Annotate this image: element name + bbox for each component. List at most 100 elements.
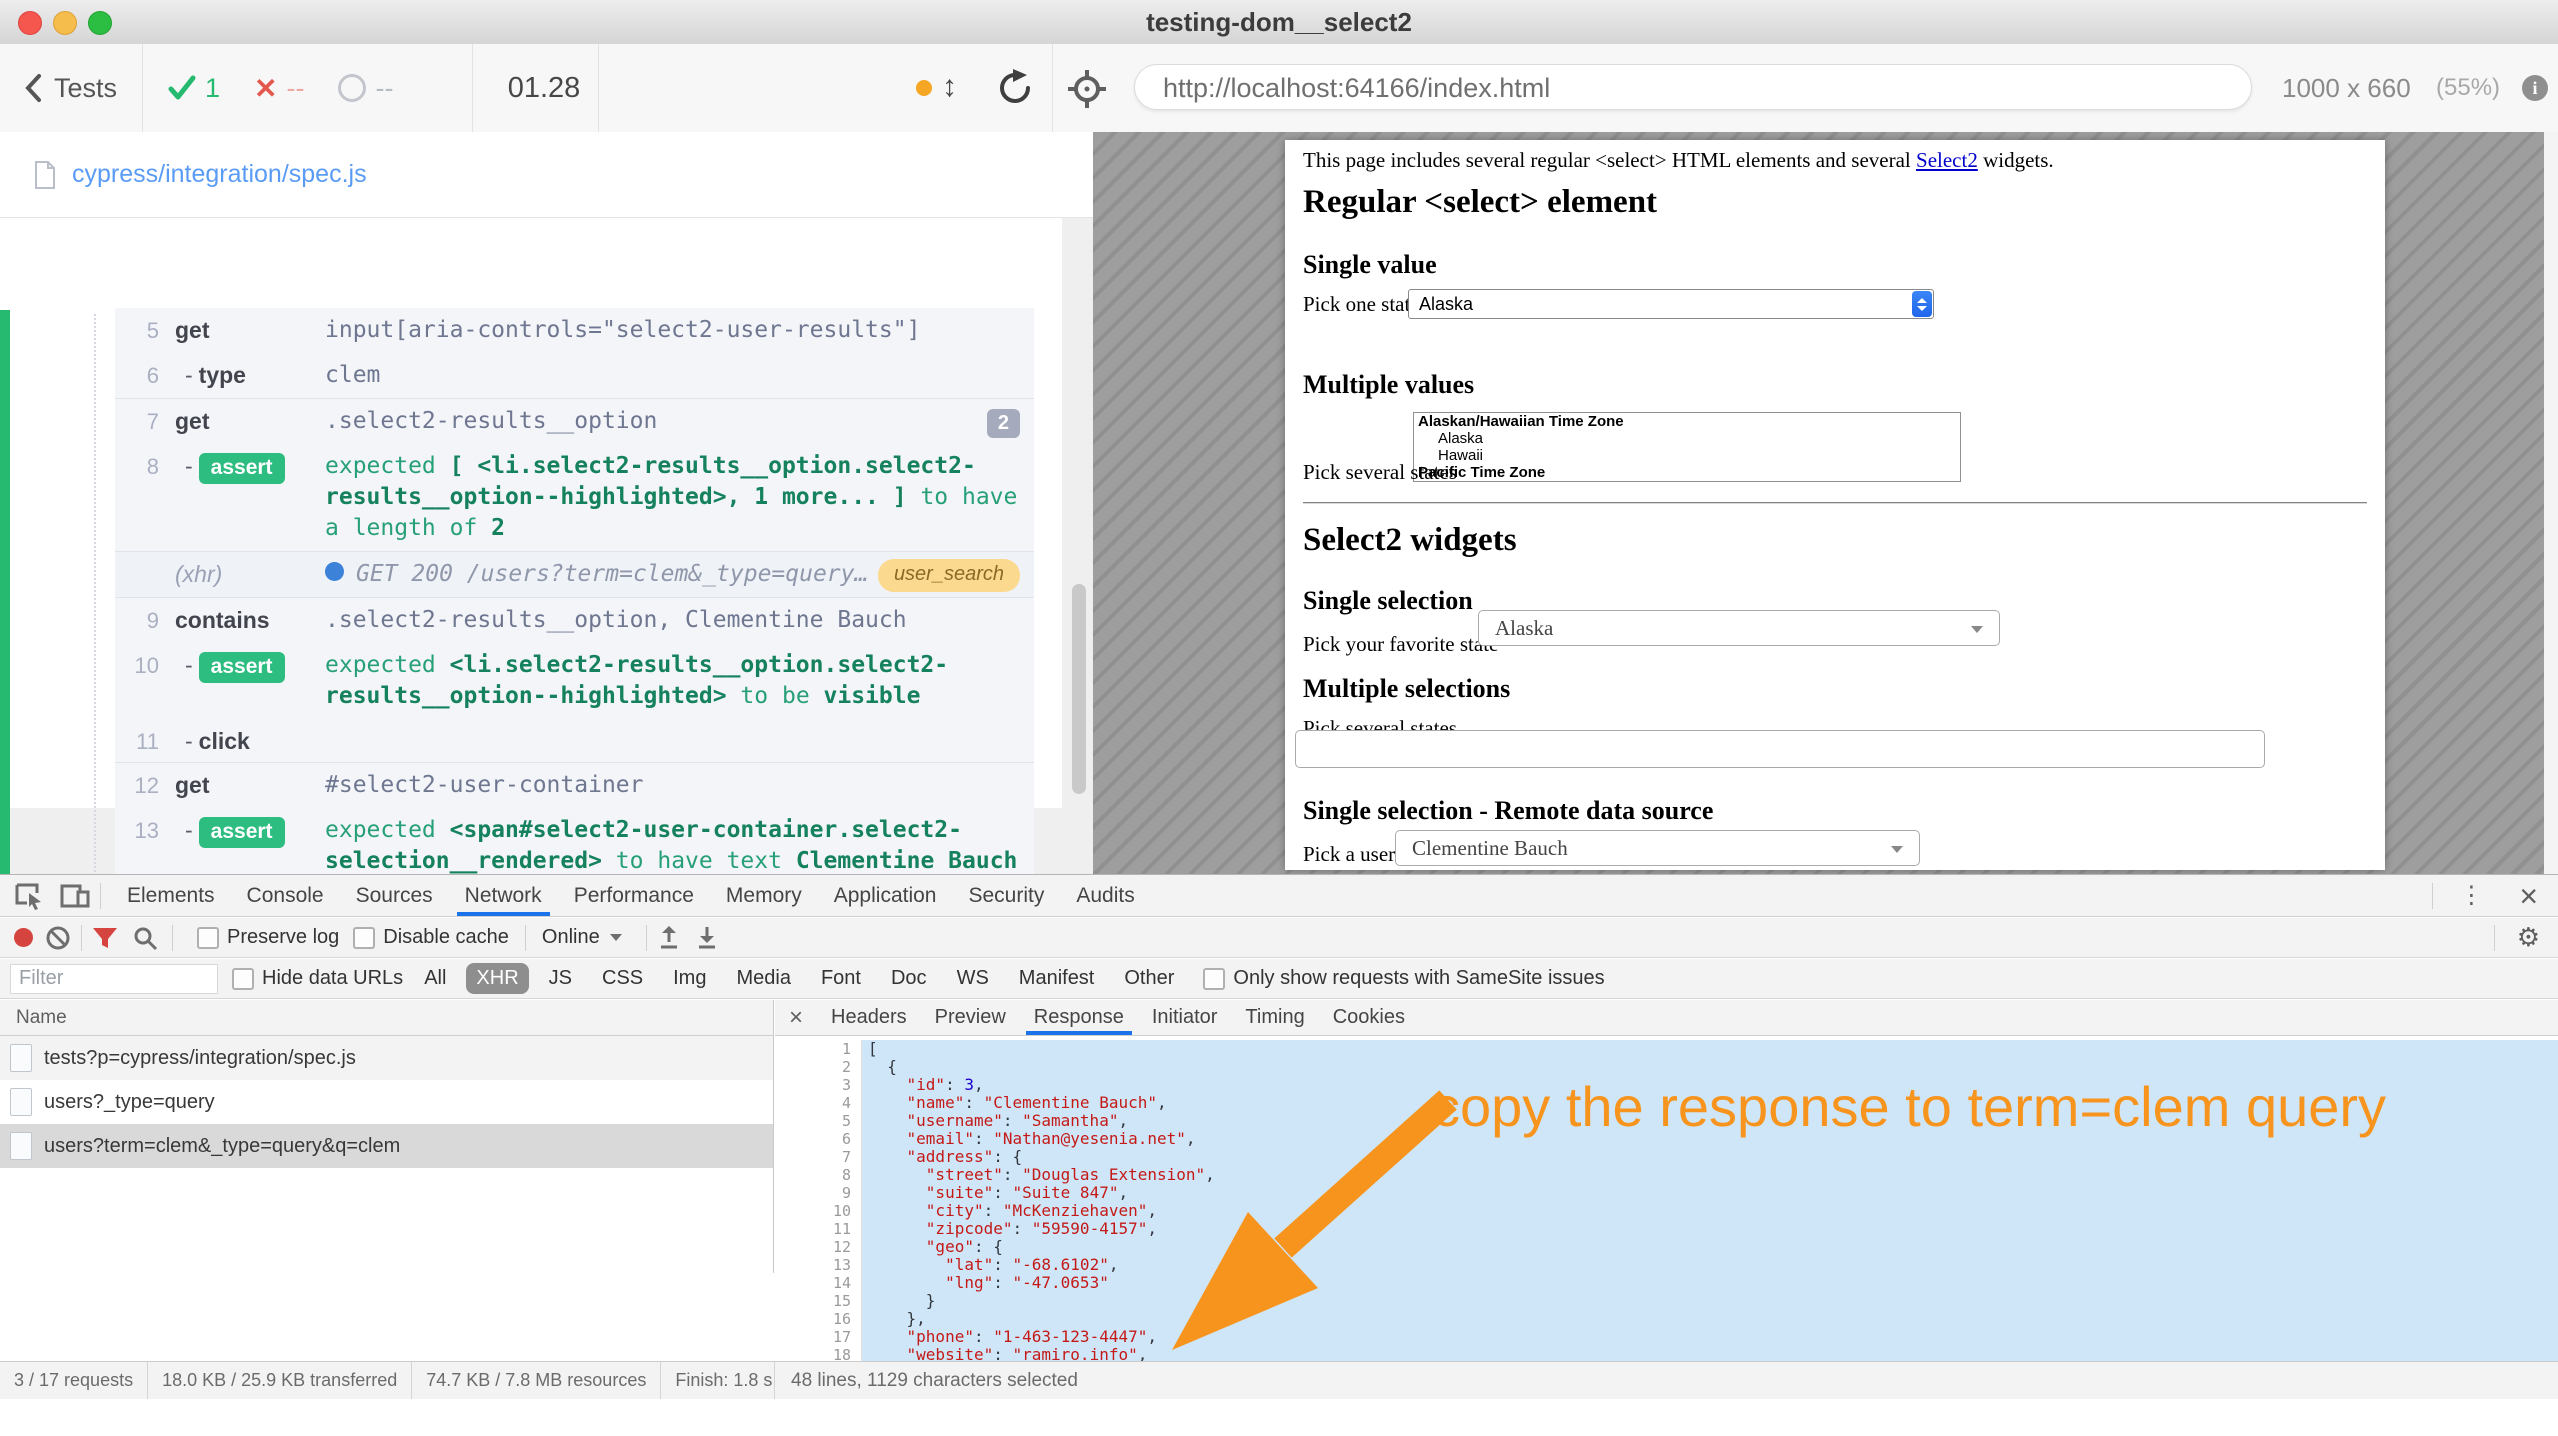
request-row[interactable]: users?term=clem&_type=query&q=clem xyxy=(0,1124,773,1168)
devtools-menu-icon[interactable]: ⋮ xyxy=(2443,881,2499,910)
disable-cache-checkbox[interactable] xyxy=(353,927,375,949)
state-native-select[interactable]: Alaska xyxy=(1408,289,1934,319)
command-number: 7 xyxy=(115,406,175,437)
spec-path-link[interactable]: cypress/integration/spec.js xyxy=(72,160,367,189)
throttling-select[interactable]: Online xyxy=(542,926,600,949)
devtools-tab-performance[interactable]: Performance xyxy=(558,875,710,916)
command-row[interactable]: 7get.select2-results__option2 xyxy=(115,398,1034,444)
command-row[interactable]: 12get#select2-user-container xyxy=(115,762,1034,808)
devtools-tab-security[interactable]: Security xyxy=(952,875,1060,916)
response-tab-timing[interactable]: Timing xyxy=(1231,1000,1318,1035)
export-har-icon[interactable] xyxy=(695,925,719,951)
request-row[interactable]: tests?p=cypress/integration/spec.js xyxy=(0,1036,773,1080)
pending-count[interactable]: -- xyxy=(338,73,393,104)
back-to-tests-button[interactable]: Tests xyxy=(24,44,117,132)
refresh-icon[interactable] xyxy=(996,68,1034,113)
aut-url-bar[interactable]: http://localhost:64166/index.html xyxy=(1134,64,2252,110)
response-tab-initiator[interactable]: Initiator xyxy=(1138,1000,1232,1035)
listbox-option[interactable]: Hawaii xyxy=(1414,447,1960,464)
response-line: 7 "address": { xyxy=(775,1148,2558,1166)
network-filter-js[interactable]: JS xyxy=(539,963,582,994)
devtools-tab-memory[interactable]: Memory xyxy=(710,875,818,916)
passed-count[interactable]: 1 xyxy=(168,73,220,104)
viewport-zoom: (55%) xyxy=(2436,44,2500,132)
command-row[interactable]: 11-click xyxy=(115,719,1034,762)
devtools-tab-audits[interactable]: Audits xyxy=(1060,875,1150,916)
listbox-group[interactable]: Alaskan/Hawaiian Time Zone xyxy=(1414,413,1960,430)
viewport-info-icon[interactable]: i xyxy=(2522,75,2548,101)
devtools-close-icon[interactable]: × xyxy=(2499,877,2558,915)
devtools-tab-elements[interactable]: Elements xyxy=(111,875,231,916)
preserve-log-checkbox[interactable] xyxy=(197,927,219,949)
response-tab-preview[interactable]: Preview xyxy=(921,1000,1020,1035)
clear-icon[interactable] xyxy=(45,925,71,951)
network-filter-doc[interactable]: Doc xyxy=(881,963,937,994)
reporter-scrollbar-thumb[interactable] xyxy=(1072,584,1086,794)
search-icon[interactable] xyxy=(132,925,158,951)
command-number: 9 xyxy=(115,605,175,636)
devtools-tab-sources[interactable]: Sources xyxy=(340,875,449,916)
listbox-option[interactable]: Alaska xyxy=(1414,430,1960,447)
request-name: users?_type=query xyxy=(44,1091,215,1114)
command-row[interactable]: 10-assertexpected <li.select2-results__o… xyxy=(115,643,1034,719)
hide-data-urls-checkbox[interactable] xyxy=(232,968,254,990)
response-tab-cookies[interactable]: Cookies xyxy=(1319,1000,1419,1035)
devtools-tabbar: ElementsConsoleSourcesNetworkPerformance… xyxy=(0,875,2558,917)
record-icon[interactable] xyxy=(14,928,33,947)
command-row[interactable]: (xhr)GET 200 /users?term=clem&_type=quer… xyxy=(115,551,1034,597)
samesite-label: Only show requests with SameSite issues xyxy=(1233,967,1604,990)
request-list-header[interactable]: Name xyxy=(0,1000,773,1036)
network-filter-other[interactable]: Other xyxy=(1114,963,1184,994)
favorite-state-select2[interactable]: Alaska xyxy=(1478,610,2000,646)
samesite-checkbox[interactable] xyxy=(1203,968,1225,990)
network-filter-all[interactable]: All xyxy=(414,963,456,994)
command-row[interactable]: 8-assertexpected [ <li.select2-results__… xyxy=(115,444,1034,551)
line-number: 11 xyxy=(775,1220,862,1238)
gear-icon[interactable]: ⚙ xyxy=(2517,922,2540,953)
states-multi-select2[interactable] xyxy=(1295,730,2265,768)
network-filter-input[interactable] xyxy=(10,964,218,994)
command-row[interactable]: 6-typeclem xyxy=(115,353,1034,398)
response-tab-headers[interactable]: Headers xyxy=(817,1000,921,1035)
network-filter-font[interactable]: Font xyxy=(811,963,871,994)
network-toolbar: Preserve log Disable cache Online ⚙ xyxy=(0,918,2558,958)
screen: testing-dom__select2 Tests 1 ✕ -- -- 01.… xyxy=(0,0,2558,1436)
viewport-resize-icon: ↕ xyxy=(942,44,957,132)
aut-preview-pane: This page includes several regular <sele… xyxy=(1093,132,2558,874)
command-method: (xhr) xyxy=(175,559,325,590)
import-har-icon[interactable] xyxy=(657,925,681,951)
aut-scrollbar[interactable] xyxy=(2544,132,2558,874)
devtools-tab-application[interactable]: Application xyxy=(818,875,953,916)
command-row[interactable]: 5getinput[aria-controls="select2-user-re… xyxy=(115,308,1034,353)
listbox-group[interactable]: Pacific Time Zone xyxy=(1414,464,1960,481)
network-filter-img[interactable]: Img xyxy=(663,963,716,994)
line-number: 2 xyxy=(775,1058,862,1076)
network-filter-media[interactable]: Media xyxy=(726,963,800,994)
user-select2[interactable]: Clementine Bauch xyxy=(1395,830,1920,866)
devtools-tab-console[interactable]: Console xyxy=(231,875,340,916)
inspect-element-icon[interactable] xyxy=(14,882,44,910)
network-filter-ws[interactable]: WS xyxy=(947,963,999,994)
response-tab-response[interactable]: Response xyxy=(1020,1000,1138,1035)
status-selection: 48 lines, 1129 characters selected xyxy=(774,1362,1078,1399)
line-number: 1 xyxy=(775,1040,862,1058)
command-row[interactable]: 9contains.select2-results__option, Cleme… xyxy=(115,597,1034,643)
line-number: 16 xyxy=(775,1310,862,1328)
failed-count[interactable]: ✕ -- xyxy=(254,72,304,105)
network-filter-xhr[interactable]: XHR xyxy=(466,963,528,994)
close-icon[interactable]: × xyxy=(775,1004,817,1032)
states-multi-listbox[interactable]: Alaskan/Hawaiian Time ZoneAlaskaHawaiiPa… xyxy=(1413,412,1961,482)
request-row[interactable]: users?_type=query xyxy=(0,1080,773,1124)
select2-link[interactable]: Select2 xyxy=(1916,148,1978,172)
device-toolbar-icon[interactable] xyxy=(60,882,90,910)
command-row[interactable]: 13-assertexpected <span#select2-user-con… xyxy=(115,808,1034,884)
network-filter-css[interactable]: CSS xyxy=(592,963,653,994)
network-filter-manifest[interactable]: Manifest xyxy=(1009,963,1105,994)
filter-funnel-icon[interactable] xyxy=(92,926,118,950)
label-favorite-state: Pick your favorite state xyxy=(1303,632,1498,657)
selector-playground-icon[interactable] xyxy=(1068,70,1106,113)
line-content: "suite": "Suite 847", xyxy=(862,1184,2558,1202)
dropdown-arrow-icon xyxy=(1971,626,1983,633)
line-content: } xyxy=(862,1292,2558,1310)
devtools-tab-network[interactable]: Network xyxy=(449,875,558,916)
